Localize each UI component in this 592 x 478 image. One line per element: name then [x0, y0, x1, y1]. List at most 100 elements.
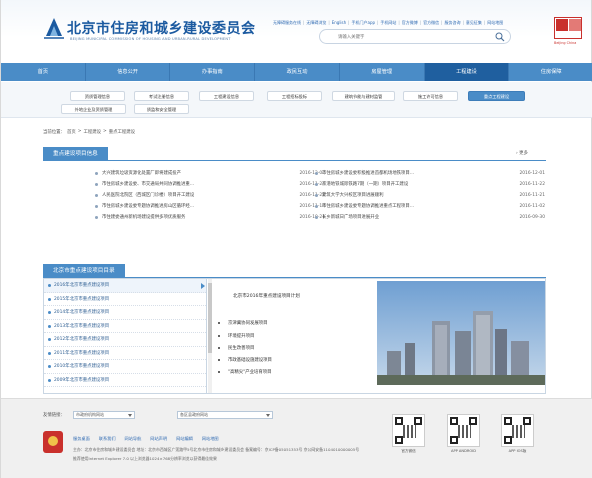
- directory-detail-title[interactable]: 北京市2016年重点建设项目计划: [233, 293, 300, 299]
- bullet-icon: [48, 284, 51, 287]
- breadcrumb-separator: >: [77, 129, 82, 134]
- footer-sponsor-text: 主办：北京市住房和城乡建设委员会 地址：北京市西城区广莲路甲5号北京市住房和城乡…: [73, 447, 360, 452]
- toplink-consult[interactable]: 服务咨询: [445, 20, 461, 26]
- subnav-construction-info[interactable]: 工程建设信息: [199, 91, 254, 101]
- scrollbar-thumb[interactable]: [208, 283, 212, 353]
- breadcrumb-current: 重点工程建设: [108, 130, 136, 135]
- bullet-icon: [48, 378, 51, 382]
- breadcrumb-home[interactable]: 首页: [67, 129, 76, 135]
- directory-year-item[interactable]: 2010年北京市重点建设项目: [44, 360, 206, 374]
- news-title[interactable]: 市住房城乡建设委、市交通局共同协调推进重...: [102, 179, 252, 190]
- toplink-wechat[interactable]: 官方微信: [423, 20, 439, 26]
- nav-item-home[interactable]: 首页: [1, 63, 86, 81]
- footer-link-sitemap[interactable]: 网站地图: [202, 436, 219, 442]
- bullet-icon: [218, 321, 220, 324]
- news-title[interactable]: 建筑大学大兴校区项目进展顺利: [322, 190, 472, 201]
- directory-detail-label: "高精尖"产业培育项目: [228, 370, 272, 375]
- directory-detail-item[interactable]: 京津冀协同发展项目: [218, 320, 268, 326]
- directory-detail-item[interactable]: 市政基础设施建设项目: [218, 357, 272, 363]
- directory-year-item[interactable]: 2012年北京市重点建设项目: [44, 333, 206, 347]
- friendly-links-label: 友情链接：: [43, 413, 65, 418]
- footer-link-contact[interactable]: 联系我们: [99, 436, 116, 442]
- bullet-icon: [48, 311, 51, 314]
- directory-year-item[interactable]: 2011年北京市重点建设项目: [44, 347, 206, 360]
- directory-scrollbar[interactable]: [208, 279, 212, 393]
- breadcrumb-construction[interactable]: 工程建设: [83, 129, 101, 135]
- news-title[interactable]: 市住房城乡建设委积极推进首都机场地铁项目...: [322, 168, 472, 179]
- directory-year-item[interactable]: 2015年北京市重点建设项目: [44, 293, 206, 306]
- directory-year-label: 2009年北京市重点建设项目: [54, 377, 110, 383]
- subnav-quality-safety[interactable]: 质监和安全管理: [134, 104, 189, 114]
- news-date: 2016-11-02: [519, 204, 545, 209]
- news-item[interactable]: 市住房城乡建设委专题协调推进重点工程项目... 2016-11-02: [315, 201, 545, 212]
- nav-item-construction[interactable]: 工程建设: [424, 63, 510, 81]
- district-sites-select[interactable]: 各区县政府网站: [177, 411, 273, 419]
- news-title[interactable]: 市住房城乡建设委专题协调推进重点工程项目...: [322, 201, 472, 212]
- site-title[interactable]: 北京市住房和城乡建设委员会: [67, 18, 256, 38]
- footer-links: 服务桌面 联系我们 网站导航 网站声明 网站编辑 网站地图: [73, 436, 219, 442]
- subnav-qualification[interactable]: 资质管理信息: [70, 91, 125, 101]
- qr-caption: 官方微信: [401, 449, 416, 453]
- toplink-mobile-site[interactable]: 手机网站: [380, 20, 396, 26]
- toplink-mobile-app[interactable]: 手机门户app: [352, 20, 376, 26]
- search-input[interactable]: [338, 32, 488, 42]
- news-item[interactable]: 建筑大学大兴校区项目进展顺利 2016-11-21: [315, 190, 545, 201]
- gov-sites-select[interactable]: 市政府机构网站: [73, 411, 135, 419]
- news-item[interactable]: 长乡新城日广场项目进展开业 2016-09-30: [315, 212, 545, 223]
- news-item[interactable]: 市住房城乡建设委积极推进首都机场地铁项目... 2016-12-01: [315, 168, 545, 179]
- news-item[interactable]: 市住房城乡建设委专题协调推进房山区循环经... 2016-11-18: [95, 201, 325, 212]
- news-item[interactable]: 大兴建筑垃圾资源化处置厂即将建成投产 2016-12-02: [95, 168, 325, 179]
- city-skyline-photo: [377, 281, 545, 385]
- subnav-external-firms[interactable]: 外地企业及资质管理: [61, 104, 126, 114]
- toplink-english[interactable]: English: [332, 20, 346, 26]
- news-item[interactable]: 市住建委通州新机场建设提供多项优质服务 2016-10-21: [95, 212, 325, 223]
- news-item[interactable]: 市住房城乡建设委、市交通局共同协调推进重... 2016-11-24: [95, 179, 325, 190]
- bullet-icon: [218, 370, 220, 373]
- nav-item-info-disclosure[interactable]: 信息公开: [86, 63, 171, 81]
- bullet-icon: [315, 205, 318, 208]
- bullet-icon: [315, 172, 318, 175]
- news-list-right: 市住房城乡建设委积极推进首都机场地铁项目... 2016-12-01 京港地铁城际…: [315, 168, 545, 223]
- nav-item-service-guide[interactable]: 办事指南: [170, 63, 256, 81]
- directory-detail-label: 民生改善项目: [228, 346, 255, 351]
- toplink-weibo[interactable]: 官方微博: [402, 20, 418, 26]
- news-item[interactable]: 人民医院北院区（西城区门诊楼）项目开工建设 2016-11-21: [95, 190, 325, 201]
- toplink-accessible-service[interactable]: 无障碍服务在线: [273, 20, 301, 26]
- footer-link-navigation[interactable]: 网站导航: [125, 436, 142, 442]
- nav-item-housing-security[interactable]: 住房保障: [509, 63, 592, 81]
- subnav-construction-permit[interactable]: 施工许可信息: [403, 91, 458, 101]
- toplink-sitemap[interactable]: 网站地图: [487, 20, 503, 26]
- nav-item-housing-management[interactable]: 房屋管理: [340, 63, 425, 81]
- news-title[interactable]: 长乡新城日广场项目进展开业: [322, 212, 472, 223]
- footer-link-statement[interactable]: 网站声明: [150, 436, 167, 442]
- directory-year-item[interactable]: 2014年北京市重点建设项目: [44, 306, 206, 320]
- directory-detail-item[interactable]: 民生改善项目: [218, 345, 254, 351]
- nav-item-interaction[interactable]: 政民互动: [255, 63, 340, 81]
- directory-year-item[interactable]: 2016年北京市重点建设项目: [44, 279, 206, 293]
- news-item[interactable]: 京港地铁城际铁路7期（一期）项目开工建设 2016-11-22: [315, 179, 545, 190]
- news-title[interactable]: 京港地铁城际铁路7期（一期）项目开工建设: [322, 179, 472, 190]
- subnav-key-projects[interactable]: 重点工程建设: [468, 91, 525, 101]
- search-icon[interactable]: [495, 32, 505, 42]
- news-title[interactable]: 人民医院北院区（西城区门诊楼）项目开工建设: [102, 190, 252, 201]
- footer-link-service[interactable]: 服务桌面: [73, 436, 90, 442]
- directory-year-item[interactable]: 2013年北京市重点建设项目: [44, 320, 206, 333]
- bullet-icon: [48, 351, 51, 355]
- bullet-icon: [48, 297, 51, 301]
- bullet-icon: [95, 194, 98, 197]
- toplink-accessible-browse[interactable]: 无障碍浏览: [306, 20, 326, 26]
- bullet-icon: [95, 216, 98, 219]
- news-title[interactable]: 大兴建筑垃圾资源化处置厂即将建成投产: [102, 168, 252, 179]
- bullet-icon: [315, 216, 318, 219]
- news-title[interactable]: 市住房城乡建设委专题协调推进房山区循环经...: [102, 201, 252, 212]
- directory-detail-item[interactable]: 环境提升项目: [218, 333, 254, 339]
- subnav-bidding[interactable]: 工程招标投标: [267, 91, 322, 101]
- subnav-energy-saving[interactable]: 建筑节能与建材监管: [332, 91, 395, 101]
- subnav-exam-registration[interactable]: 考试注册信息: [134, 91, 189, 101]
- toplink-feedback[interactable]: 意见征集: [466, 20, 482, 26]
- directory-detail-item[interactable]: "高精尖"产业培育项目: [218, 369, 272, 375]
- footer-link-editor[interactable]: 网站编辑: [176, 436, 193, 442]
- news-title[interactable]: 市住建委通州新机场建设提供多项优质服务: [102, 212, 252, 223]
- directory-year-item[interactable]: 2009年北京市重点建设项目: [44, 374, 206, 387]
- more-link[interactable]: › 更多: [516, 150, 528, 156]
